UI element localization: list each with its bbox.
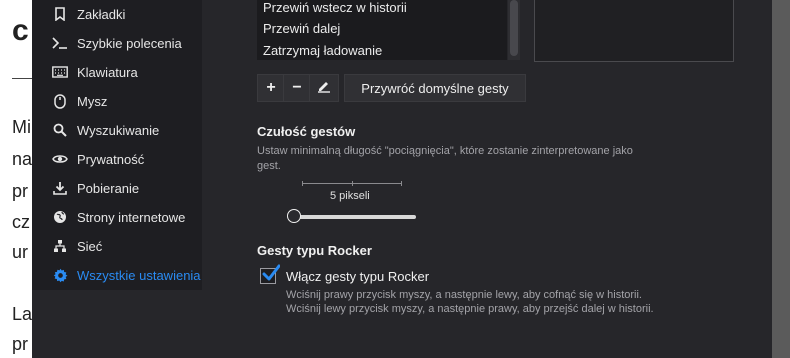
command-prompt-icon: [52, 36, 68, 50]
gear-icon: [52, 268, 68, 282]
sidebar-item-websites[interactable]: Strony internetowe: [32, 203, 202, 231]
list-item[interactable]: Przewiń wstecz w historii: [263, 0, 407, 15]
rocker-help-line: Wciśnij lewy przycisk myszy, a następnie…: [286, 303, 654, 315]
rocker-title: Gesty typu Rocker: [257, 243, 372, 258]
gesture-preview: [534, 0, 734, 62]
background-text-line: pr: [12, 334, 29, 354]
sidebar-item-quick-commands[interactable]: Szybkie polecenia: [32, 29, 202, 57]
pencil-icon: [317, 79, 331, 98]
settings-panel: Zakładki Szybkie polecenia Klawiatura My…: [32, 0, 772, 358]
sensitivity-description: Ustaw minimalną długość "pociągnięcia", …: [257, 145, 633, 172]
rocker-gestures-checkbox[interactable]: [260, 264, 281, 284]
network-icon: [52, 239, 68, 253]
minus-icon: −: [292, 79, 302, 96]
rocker-help-line: Wciśnij prawy przycisk myszy, a następni…: [286, 289, 642, 301]
sidebar-item-network[interactable]: Sieć: [32, 232, 202, 260]
sidebar-item-all-settings[interactable]: Wszystkie ustawienia: [32, 261, 202, 289]
sidebar-item-label: Sieć: [77, 239, 103, 254]
sidebar-item-mouse[interactable]: Mysz: [32, 87, 202, 115]
sidebar-item-label: Wszystkie ustawienia: [77, 268, 201, 283]
sensitivity-slider[interactable]: [294, 215, 416, 219]
background-text-line: cz: [12, 212, 30, 232]
sidebar-item-label: Szybkie polecenia: [77, 36, 182, 51]
eye-icon: [52, 152, 68, 166]
sensitivity-slider-thumb[interactable]: [287, 209, 301, 223]
scrollbar-thumb[interactable]: [510, 0, 518, 56]
sidebar-item-label: Mysz: [77, 94, 108, 109]
background-strip: [772, 0, 790, 358]
mouse-icon: [52, 93, 68, 109]
sidebar-item-label: Klawiatura: [77, 65, 138, 80]
sensitivity-title: Czułość gestów: [257, 124, 356, 139]
list-item[interactable]: Zatrzymaj ładowanie: [263, 43, 382, 58]
download-icon: [52, 181, 68, 195]
background-heading: c: [12, 14, 29, 47]
sidebar-item-label: Wyszukiwanie: [77, 123, 160, 138]
settings-sidebar: Zakładki Szybkie polecenia Klawiatura My…: [32, 0, 202, 290]
sidebar-item-label: Strony internetowe: [77, 210, 186, 225]
rocker-gestures-label[interactable]: Włącz gesty typu Rocker: [286, 269, 429, 284]
search-icon: [52, 123, 68, 137]
background-text-line: pr: [12, 181, 29, 201]
list-item[interactable]: Przewiń dalej: [263, 21, 340, 36]
scale-tick: [302, 181, 303, 186]
sidebar-item-bookmarks[interactable]: Zakładki: [32, 0, 202, 28]
edit-gesture-button[interactable]: [309, 74, 339, 102]
restore-default-gestures-button[interactable]: Przywróć domyślne gesty: [344, 74, 526, 102]
sidebar-item-downloads[interactable]: Pobieranie: [32, 174, 202, 202]
sidebar-item-label: Zakładki: [77, 7, 126, 22]
scale-tick: [352, 181, 353, 186]
sidebar-item-privacy[interactable]: Prywatność: [32, 145, 202, 173]
add-gesture-button[interactable]: +: [257, 74, 285, 102]
background-text-line: La: [12, 304, 33, 324]
settings-content: Przewiń wstecz w historii Przewiń dalej …: [202, 0, 772, 358]
background-text-line: na: [12, 149, 33, 169]
keyboard-icon: [52, 65, 68, 79]
sidebar-item-keyboard[interactable]: Klawiatura: [32, 58, 202, 86]
plus-icon: +: [266, 79, 276, 96]
gesture-list-scrollbar[interactable]: [508, 0, 520, 60]
checkmark-icon: [262, 264, 281, 287]
globe-icon: [52, 210, 68, 224]
sidebar-item-label: Prywatność: [77, 152, 145, 167]
background-text-line: ur: [12, 242, 29, 262]
gesture-list[interactable]: Przewiń wstecz w historii Przewiń dalej …: [257, 0, 507, 60]
remove-gesture-button[interactable]: −: [283, 74, 311, 102]
sensitivity-value-label: 5 pikseli: [330, 190, 370, 202]
sidebar-item-search[interactable]: Wyszukiwanie: [32, 116, 202, 144]
scale-tick: [401, 181, 402, 186]
sidebar-item-label: Pobieranie: [77, 181, 140, 196]
bookmark-icon: [52, 7, 68, 21]
background-text-line: Mi: [12, 117, 31, 137]
